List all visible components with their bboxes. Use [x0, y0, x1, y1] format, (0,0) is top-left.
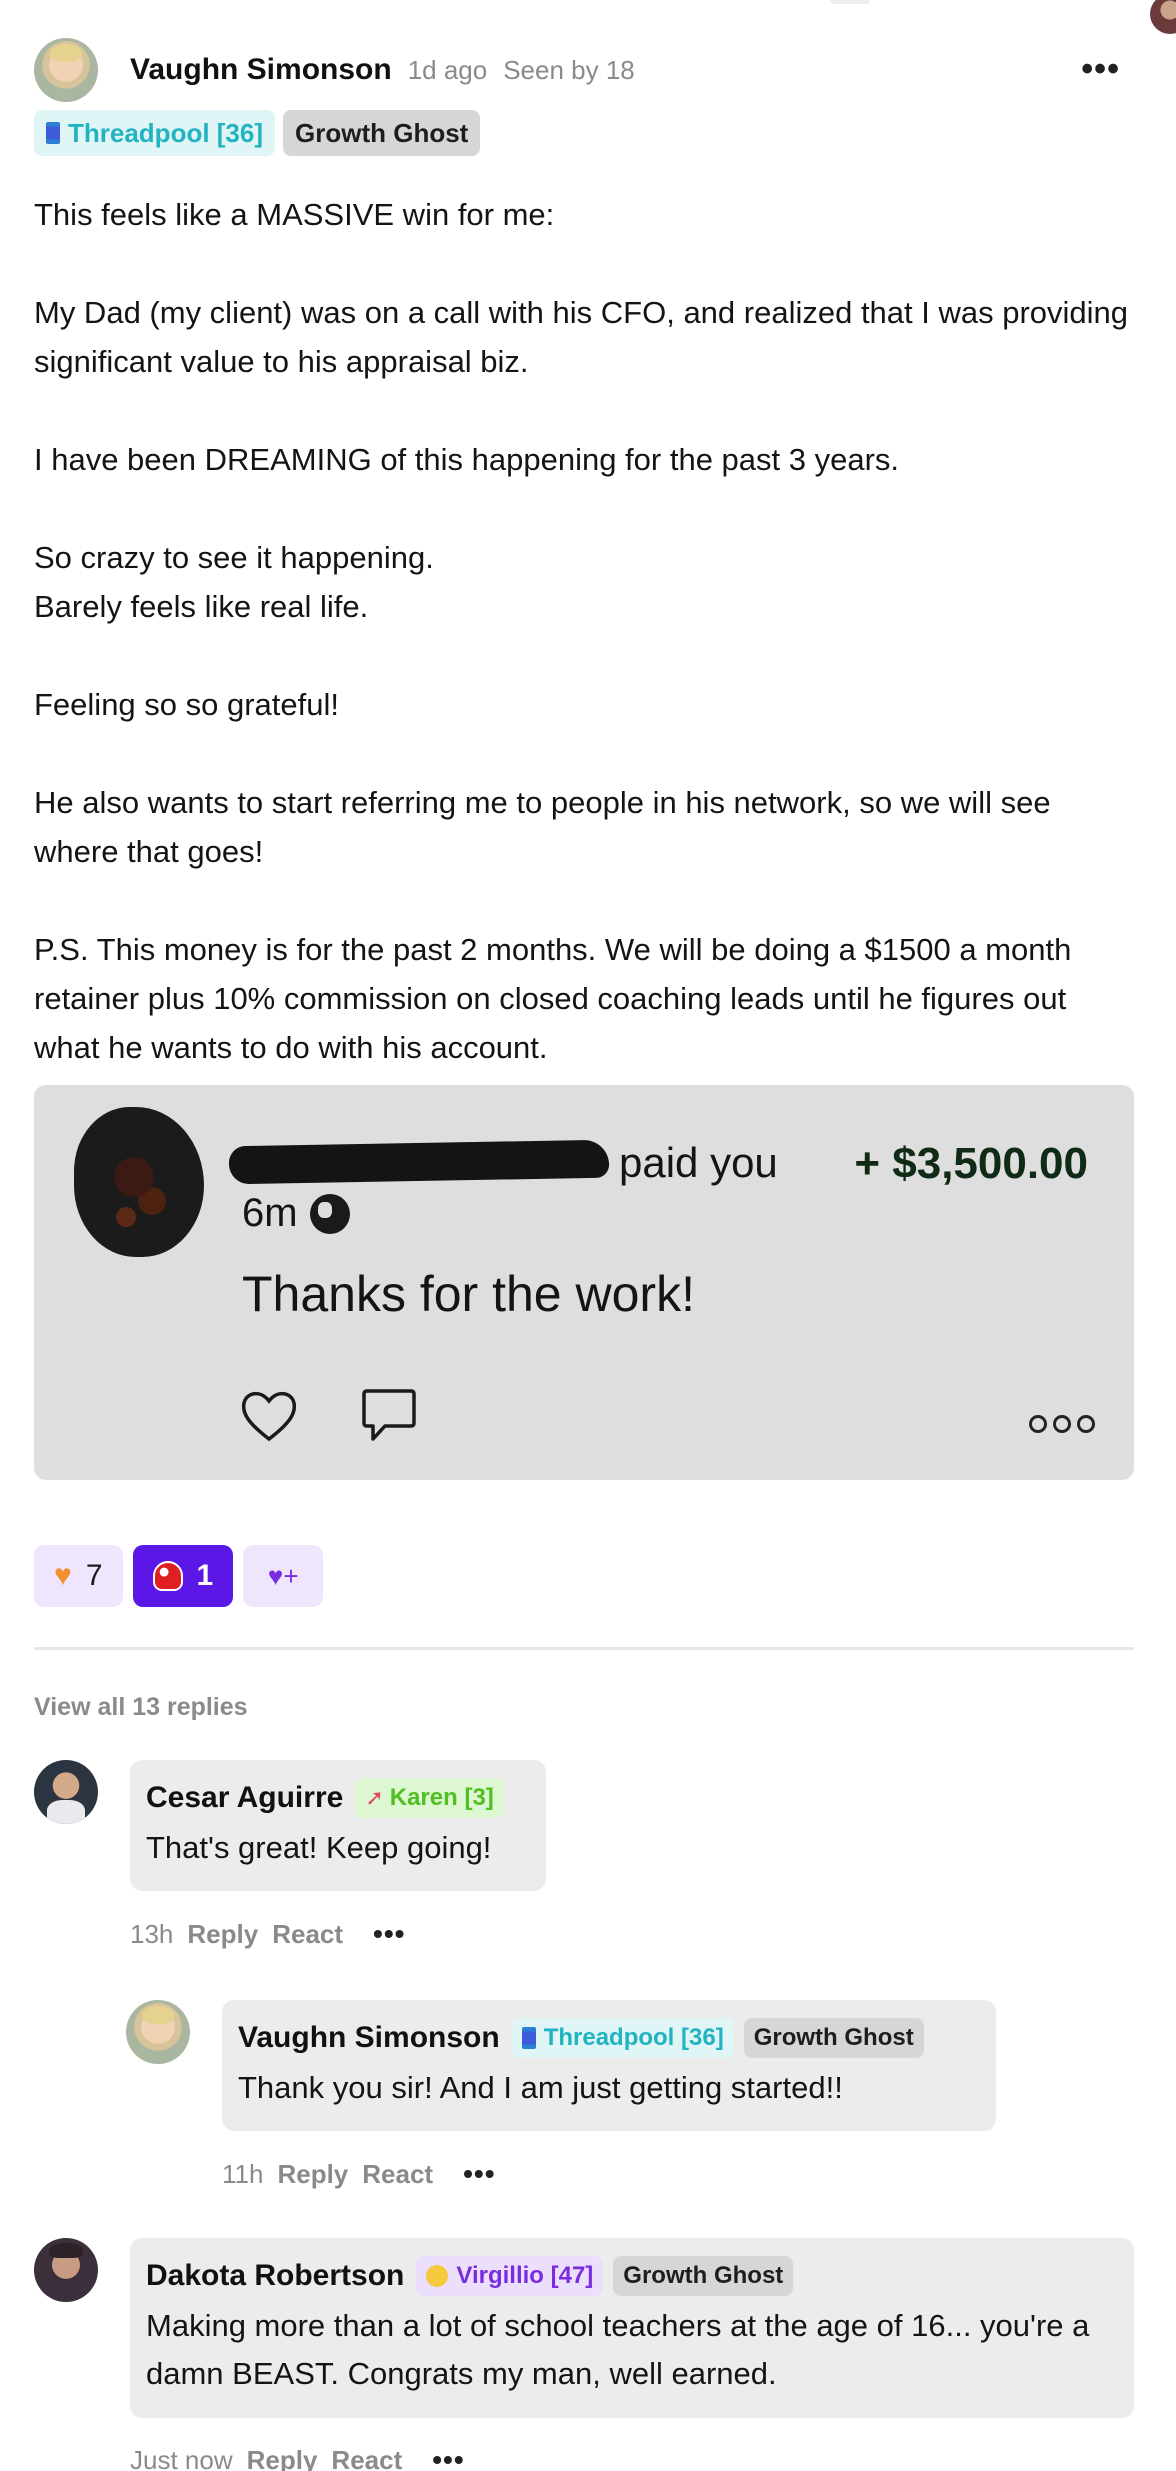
mushroom-icon — [152, 1561, 183, 1591]
current-user-avatar[interactable] — [1150, 0, 1176, 34]
comment-more-icon[interactable]: ••• — [373, 1918, 405, 1950]
badge-growth-ghost[interactable]: Growth Ghost — [283, 110, 481, 156]
reaction-count: 7 — [85, 1559, 103, 1592]
comment-time: Just now — [130, 2444, 233, 2471]
comment-reply: Vaughn Simonson Threadpool [36] Growth G… — [126, 2000, 1134, 2200]
badge-threadpool[interactable]: Threadpool [36] — [34, 110, 276, 156]
badge-label: Threadpool [36] — [543, 2024, 724, 2051]
post-paragraph: So crazy to see it happening. — [34, 540, 434, 575]
commenter-name[interactable]: Dakota Robertson — [146, 2259, 404, 2293]
post-paragraph: He also wants to start referring me to p… — [34, 785, 1051, 869]
post-paragraph: Feeling so so grateful! — [34, 687, 340, 722]
smiley-icon — [426, 2265, 449, 2287]
reply-button[interactable]: Reply — [187, 1919, 258, 1950]
react-button[interactable]: React — [272, 1919, 343, 1950]
react-button[interactable]: React — [331, 2445, 402, 2471]
badge-label: Growth Ghost — [295, 117, 469, 148]
comment-more-icon[interactable]: ••• — [463, 2158, 495, 2190]
reaction-count: 1 — [196, 1559, 214, 1592]
post-paragraph: My Dad (my client) was on a call with hi… — [34, 295, 1129, 379]
view-all-replies-link[interactable]: View all 13 replies — [34, 1693, 248, 1722]
badge-karen[interactable]: ➚ Karen [3] — [355, 1778, 504, 1818]
commenter-name[interactable]: Vaughn Simonson — [238, 2021, 500, 2055]
redacted-payer-name — [228, 1139, 610, 1185]
comment: Dakota Robertson Virgillio [47] Growth G… — [34, 2238, 1134, 2471]
comment-bubble: Dakota Robertson Virgillio [47] Growth G… — [130, 2238, 1134, 2418]
badge-label: Threadpool [36] — [68, 117, 264, 148]
comment-bubble: Cesar Aguirre ➚ Karen [3] That's great! K… — [130, 1760, 546, 1891]
payment-time: 6m — [242, 1191, 298, 1235]
post-author-name[interactable]: Vaughn Simonson — [130, 53, 392, 87]
post-time: 1d ago — [407, 54, 488, 85]
comment-text: Making more than a lot of school teacher… — [146, 2308, 1090, 2391]
paid-you-label: paid you — [619, 1139, 778, 1186]
comment-header: Cesar Aguirre ➚ Karen [3] — [146, 1778, 530, 1818]
reply-button[interactable]: Reply — [247, 2445, 318, 2471]
commenter-avatar[interactable] — [34, 1760, 98, 1824]
post-paragraph: I have been DREAMING of this happening f… — [34, 442, 900, 477]
comment-header: Vaughn Simonson Threadpool [36] Growth G… — [238, 2018, 980, 2058]
post-badges: Threadpool [36] Growth Ghost — [34, 110, 481, 156]
author-avatar[interactable] — [34, 38, 98, 102]
comment-actions: 13h Reply React ••• — [130, 1918, 405, 1950]
badge-label: Growth Ghost — [623, 2262, 784, 2289]
comment-icon — [362, 1389, 416, 1441]
commenter-avatar[interactable] — [34, 2238, 98, 2302]
badge-label: Karen [3] — [389, 1784, 494, 1811]
more-icon — [1029, 1415, 1095, 1433]
comment-more-icon[interactable]: ••• — [432, 2444, 464, 2471]
post-seen-by[interactable]: Seen by 18 — [503, 55, 635, 86]
badge-growth-ghost[interactable]: Growth Ghost — [613, 2256, 794, 2296]
spool-icon — [521, 2027, 536, 2049]
comment-actions: Just now Reply React ••• — [130, 2444, 465, 2471]
reaction-bar: ♥ 7 1 ♥+ — [34, 1545, 324, 1607]
comment: Cesar Aguirre ➚ Karen [3] That's great! K… — [34, 1760, 1134, 1960]
comment-time: 13h — [130, 1918, 174, 1949]
add-reaction-button[interactable]: ♥+ — [243, 1545, 324, 1607]
comment-text: Thank you sir! And I am just getting sta… — [238, 2070, 843, 2105]
comment-text: That's great! Keep going! — [146, 1830, 492, 1865]
comment-actions: 11h Reply React ••• — [222, 2158, 496, 2190]
post-more-icon[interactable]: ••• — [1081, 50, 1120, 89]
reaction-orange-heart[interactable]: ♥ 7 — [34, 1545, 123, 1607]
orange-heart-icon: ♥ — [54, 1559, 72, 1592]
post-paragraph: P.S. This money is for the past 2 months… — [34, 932, 1072, 1065]
post-paragraph: This feels like a MASSIVE win for me: — [34, 197, 555, 232]
payment-time-row: 6m — [242, 1191, 350, 1236]
commenter-avatar[interactable] — [126, 2000, 190, 2064]
badge-virgillio[interactable]: Virgillio [47] — [416, 2256, 604, 2296]
post-body: This feels like a MASSIVE win for me: My… — [34, 190, 1134, 1072]
payer-avatar-redacted — [74, 1107, 214, 1267]
reply-button[interactable]: Reply — [277, 2159, 348, 2190]
post-paragraph: Barely feels like real life. — [34, 589, 369, 624]
payment-screenshot[interactable]: paid you + $3,500.00 6m Thanks for the w… — [34, 1085, 1134, 1480]
react-button[interactable]: React — [362, 2159, 433, 2190]
badge-label: Virgillio [47] — [456, 2262, 594, 2289]
payment-note: Thanks for the work! — [242, 1266, 695, 1322]
rocket-icon: ➚ — [365, 1785, 384, 1810]
globe-icon — [309, 1193, 350, 1234]
comment-bubble: Vaughn Simonson Threadpool [36] Growth G… — [222, 2000, 996, 2131]
comment-header: Dakota Robertson Virgillio [47] Growth G… — [146, 2256, 1118, 2296]
spool-icon — [46, 122, 60, 144]
heart-icon — [241, 1391, 297, 1442]
badge-growth-ghost[interactable]: Growth Ghost — [743, 2018, 924, 2058]
payment-amount: + $3,500.00 — [854, 1139, 1088, 1188]
badge-threadpool[interactable]: Threadpool [36] — [511, 2018, 734, 2058]
divider — [34, 1647, 1134, 1650]
reaction-mushroom[interactable]: 1 — [132, 1545, 234, 1607]
commenter-name[interactable]: Cesar Aguirre — [146, 1781, 343, 1815]
heart-plus-icon: ♥+ — [267, 1560, 299, 1591]
top-edge-element — [830, 0, 870, 4]
post-header: Vaughn Simonson 1d ago Seen by 18 ••• — [34, 38, 1134, 102]
badge-label: Growth Ghost — [753, 2024, 914, 2051]
comment-time: 11h — [222, 2158, 264, 2189]
